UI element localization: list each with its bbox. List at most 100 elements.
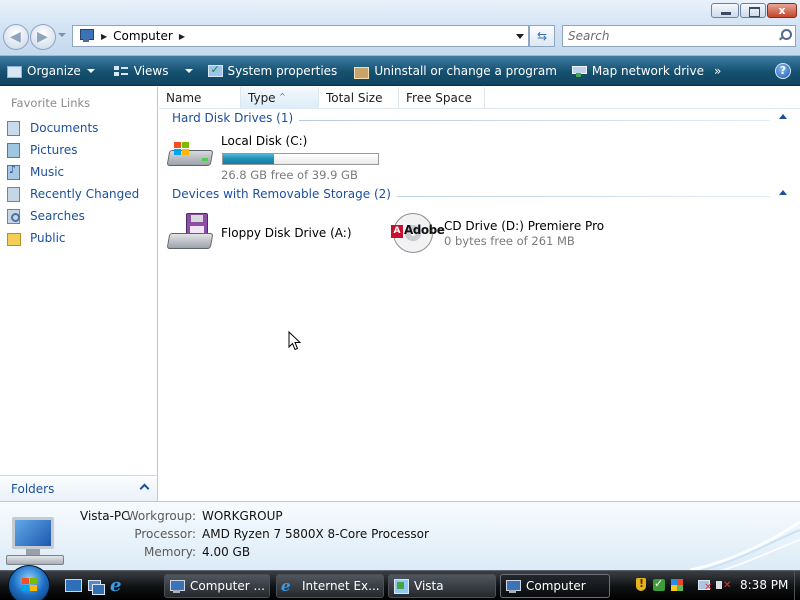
workgroup-value: WORKGROUP	[202, 509, 283, 523]
drive-cd-d[interactable]: A Adobe CD Drive (D:) Premiere Pro 0 byt…	[391, 211, 621, 257]
start-button[interactable]	[8, 565, 50, 600]
computer-icon	[169, 578, 185, 594]
vista-icon	[393, 578, 409, 594]
column-header-total-size[interactable]: Total Size	[319, 87, 399, 109]
address-dropdown-icon[interactable]	[516, 34, 524, 39]
minimize-button[interactable]	[711, 3, 739, 18]
sidebar-item-pictures[interactable]: Pictures	[6, 141, 78, 159]
search-input[interactable]	[568, 26, 768, 46]
sidebar-item-music[interactable]: Music	[6, 163, 64, 181]
taskbar-button-internet-explorer[interactable]: e Internet Ex...	[276, 574, 384, 598]
network-disconnected-icon[interactable]	[698, 578, 712, 593]
group-header-hard-disk-drives[interactable]: Hard Disk Drives (1)	[172, 111, 790, 129]
sidebar-item-documents[interactable]: Documents	[6, 119, 98, 137]
uninstall-icon	[353, 64, 370, 79]
adobe-cd-icon: A Adobe	[391, 211, 445, 255]
sidebar-item-label: Recently Changed	[30, 187, 140, 201]
refresh-button[interactable]: ⇆	[529, 25, 555, 47]
content-pane: Name Type ^ Total Size Free Space Hard D…	[159, 87, 800, 501]
breadcrumb-separator-icon[interactable]: ▶	[179, 32, 185, 41]
show-desktop-icon[interactable]	[64, 577, 82, 595]
clock[interactable]: 8:38 PM	[740, 578, 788, 592]
drive-local-disk-c[interactable]: Local Disk (C:) 26.8 GB free of 39.9 GB	[159, 131, 399, 182]
uninstall-program-button[interactable]: Uninstall or change a program	[347, 56, 563, 86]
uninstall-label: Uninstall or change a program	[374, 63, 557, 78]
chevron-down-icon	[86, 68, 95, 73]
column-header-free-space[interactable]: Free Space	[399, 87, 485, 109]
recent-pages-dropdown[interactable]	[58, 33, 66, 37]
group-header-removable-storage[interactable]: Devices with Removable Storage (2)	[172, 187, 790, 205]
capacity-bar-fill	[223, 154, 275, 164]
breadcrumb-computer[interactable]: Computer	[113, 29, 173, 43]
hard-drive-icon	[166, 140, 214, 168]
security-center-icon[interactable]	[670, 578, 684, 592]
back-button[interactable]: ◀	[3, 24, 29, 50]
views-icon	[113, 64, 129, 78]
sidebar-item-recently-changed[interactable]: Recently Changed	[6, 185, 139, 203]
chevron-down-icon	[184, 68, 193, 73]
folders-toggle[interactable]: Folders	[0, 475, 157, 501]
computer-icon	[77, 29, 95, 43]
command-bar: Organize Views System properties Uninsta…	[0, 56, 800, 86]
forward-button[interactable]: ▶	[30, 24, 56, 50]
address-bar[interactable]: ▶ Computer ▶	[72, 25, 529, 47]
workgroup-label: Workgroup:	[126, 509, 196, 523]
column-header-type[interactable]: Type ^	[241, 87, 319, 109]
system-properties-label: System properties	[227, 63, 338, 78]
windows-defender-icon[interactable]	[652, 577, 666, 592]
organize-button[interactable]: Organize	[0, 56, 101, 86]
collapse-group-icon[interactable]	[779, 114, 787, 119]
more-commands-button[interactable]: »	[710, 56, 725, 86]
window-titlebar: x ◀ ▶ ▶ Computer ▶ ⇆	[0, 0, 800, 56]
taskbar-button-computer-active[interactable]: Computer	[500, 574, 610, 598]
show-desktop-button[interactable]	[794, 571, 800, 600]
map-network-drive-button[interactable]: Map network drive	[565, 56, 710, 86]
sidebar-item-label: Public	[30, 231, 66, 245]
public-folder-icon	[6, 231, 21, 246]
documents-icon	[6, 121, 20, 136]
system-properties-button[interactable]: System properties	[201, 56, 344, 86]
sidebar-item-searches[interactable]: Searches	[6, 207, 85, 225]
searches-icon	[6, 209, 20, 224]
group-title: Devices with Removable Storage (2)	[172, 187, 397, 201]
forward-arrow-icon: ▶	[37, 29, 48, 45]
map-network-drive-label: Map network drive	[591, 63, 704, 78]
computer-name: Vista-PC	[80, 509, 130, 523]
drive-free-space: 26.8 GB free of 39.9 GB	[221, 168, 358, 182]
volume-muted-icon[interactable]	[716, 578, 731, 592]
chevron-up-icon	[139, 483, 150, 494]
drive-floppy-a[interactable]: Floppy Disk Drive (A:)	[159, 213, 379, 255]
capacity-bar	[222, 153, 379, 165]
close-button[interactable]: x	[767, 3, 797, 18]
switch-windows-icon[interactable]	[87, 577, 105, 595]
sidebar-item-label: Searches	[30, 209, 85, 223]
sort-ascending-icon: ^	[279, 92, 286, 101]
internet-explorer-icon[interactable]: e	[110, 577, 128, 595]
maximize-button[interactable]	[740, 3, 766, 18]
collapse-group-icon[interactable]	[779, 190, 787, 195]
taskbar-button-vista[interactable]: Vista	[388, 574, 496, 598]
taskbar-button-label: Vista	[414, 579, 444, 593]
details-pane: Vista-PC Workgroup: WORKGROUP Processor:…	[0, 501, 800, 570]
breadcrumb-separator-icon[interactable]: ▶	[101, 32, 107, 41]
taskbar-button-label: Internet Ex...	[302, 579, 380, 593]
processor-value: AMD Ryzen 7 5800X 8-Core Processor	[202, 527, 429, 541]
memory-value: 4.00 GB	[202, 545, 251, 559]
views-button[interactable]: Views	[107, 56, 199, 86]
floppy-drive-icon	[166, 213, 214, 251]
refresh-icon: ⇆	[536, 29, 548, 43]
music-icon	[6, 163, 20, 180]
help-button[interactable]: ?	[775, 63, 791, 79]
column-header-type-label: Type	[248, 91, 276, 105]
pictures-icon	[6, 143, 20, 158]
sidebar-item-public[interactable]: Public	[6, 229, 66, 247]
taskbar-button-computer-1[interactable]: Computer ...	[164, 574, 270, 598]
search-icon[interactable]	[778, 29, 792, 41]
computer-icon	[6, 517, 64, 567]
drive-name: CD Drive (D:) Premiere Pro	[444, 219, 605, 233]
taskbar: e Computer ... e Internet Ex... Vista Co…	[0, 565, 800, 600]
sidebar-item-label: Music	[30, 165, 65, 179]
security-alert-icon[interactable]	[634, 577, 648, 592]
search-box[interactable]	[562, 25, 796, 47]
column-header-name[interactable]: Name	[159, 87, 241, 109]
